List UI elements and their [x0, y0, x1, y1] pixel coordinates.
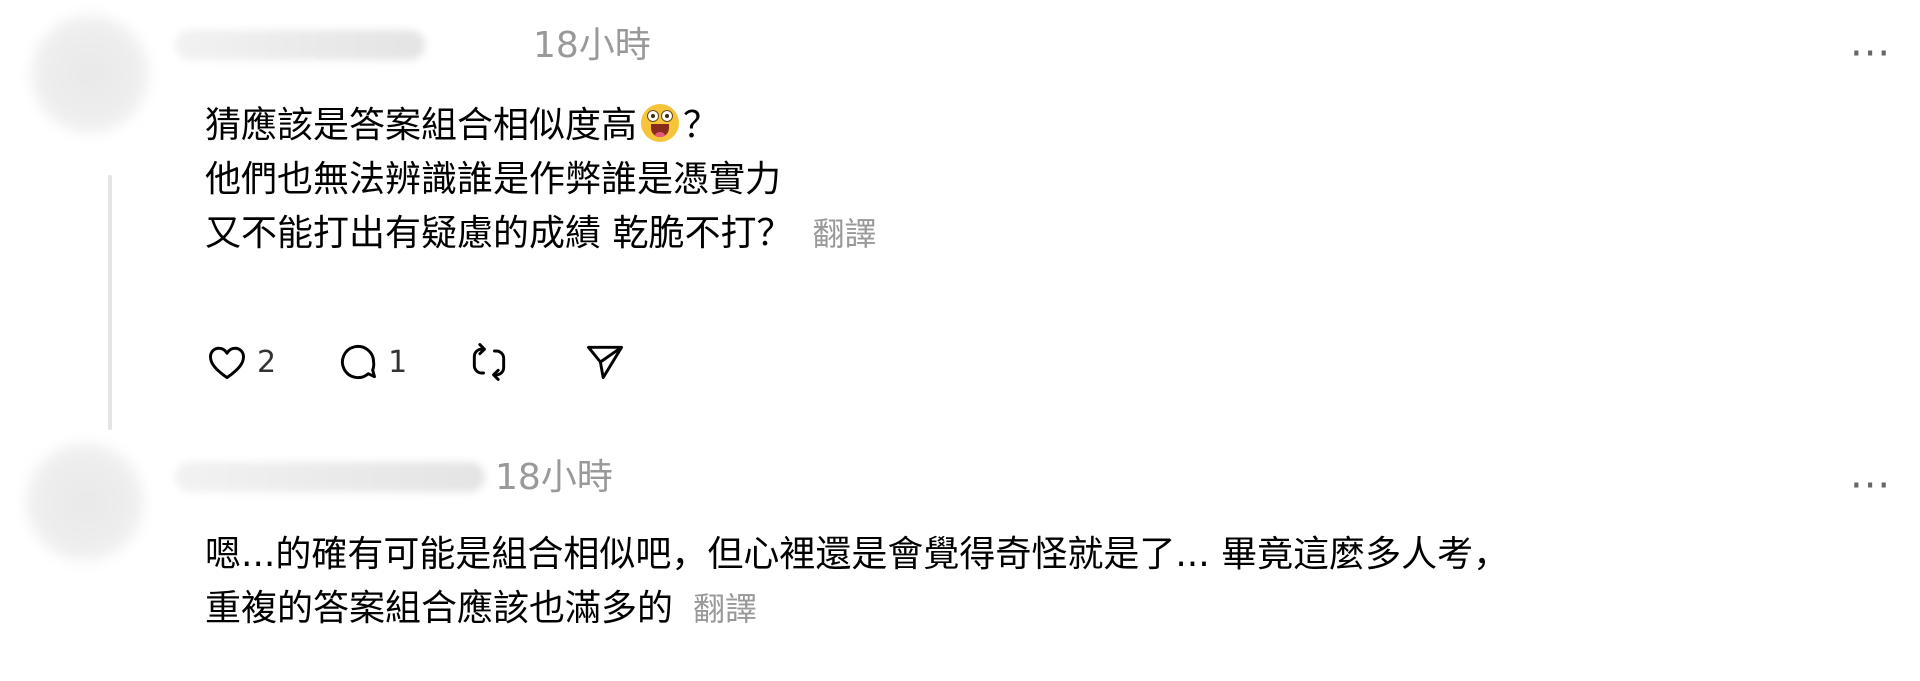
comment-body: 嗯...的確有可能是組合相似吧，但心裡還是會覺得奇怪就是了... 畢竟這麼多人考… — [205, 528, 1509, 636]
more-options-button[interactable]: ··· — [1850, 34, 1891, 74]
comment-timestamp: 18小時 — [495, 457, 613, 498]
thread-line — [108, 175, 112, 430]
comment-line: 猜應該是答案組合相似度高？ — [205, 104, 720, 146]
comment-icon — [341, 345, 377, 379]
share-button[interactable] — [583, 340, 627, 384]
comment-line: 嗯...的確有可能是組合相似吧，但心裡還是會覺得奇怪就是了... 畢竟這麼多人考… — [205, 534, 1510, 575]
comment-line: 重複的答案組合應該也滿多的 翻譯 — [205, 588, 758, 629]
like-button[interactable]: 2 — [205, 340, 276, 384]
reply-button[interactable]: 1 — [336, 340, 407, 384]
comment-line: 他們也無法辨識誰是作弊誰是憑實力 — [205, 159, 782, 200]
more-icon: ··· — [1850, 463, 1892, 509]
translate-link[interactable]: 翻譯 — [812, 215, 876, 253]
more-icon: ··· — [1850, 31, 1892, 77]
translate-link[interactable]: 翻譯 — [693, 590, 757, 628]
comment-line: 又不能打出有疑慮的成績 乾脆不打？ 翻譯 — [205, 213, 877, 254]
more-options-button[interactable]: ··· — [1850, 466, 1891, 506]
reply-count: 1 — [388, 344, 408, 380]
comment-body: 猜應該是答案組合相似度高？ 他們也無法辨識誰是作弊誰是憑實力 又不能打出有疑慮的… — [205, 99, 876, 261]
comment-timestamp: 18小時 — [533, 25, 651, 66]
avatar[interactable] — [30, 14, 150, 134]
action-bar: 2 1 — [205, 336, 627, 388]
avatar[interactable] — [25, 442, 145, 562]
zany-face-emoji — [641, 104, 680, 142]
send-icon — [587, 345, 624, 380]
username-redacted[interactable] — [175, 30, 425, 60]
like-count: 2 — [257, 344, 277, 380]
repost-icon — [473, 343, 506, 381]
thread-page: 18小時 ··· 猜應該是答案組合相似度高？ 他們也無法辨識誰是作弊誰是憑實力 … — [0, 0, 1920, 681]
heart-icon — [209, 346, 245, 380]
username-redacted[interactable] — [175, 462, 485, 492]
repost-button[interactable] — [467, 340, 511, 384]
